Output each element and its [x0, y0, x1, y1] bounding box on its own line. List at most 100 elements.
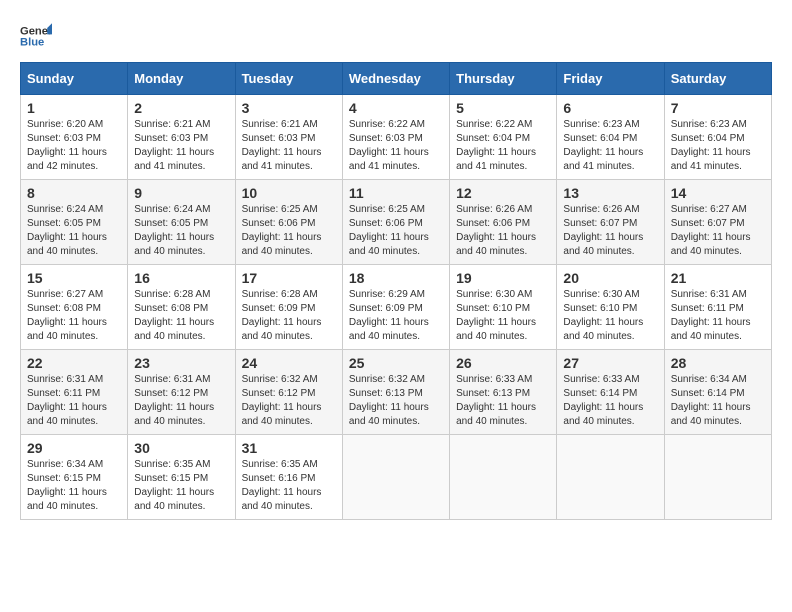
- day-info: Sunrise: 6:28 AM Sunset: 6:08 PM Dayligh…: [134, 288, 228, 344]
- day-info: Sunrise: 6:22 AM Sunset: 6:04 PM Dayligh…: [456, 118, 550, 174]
- day-info: Sunrise: 6:26 AM Sunset: 6:07 PM Dayligh…: [563, 203, 657, 259]
- week-row-1: 8 Sunrise: 6:24 AM Sunset: 6:05 PM Daylig…: [21, 180, 772, 265]
- calendar-cell: 21 Sunrise: 6:31 AM Sunset: 6:11 PM Dayli…: [664, 265, 771, 350]
- day-info: Sunrise: 6:35 AM Sunset: 6:16 PM Dayligh…: [242, 458, 336, 514]
- day-number: 29: [27, 440, 121, 456]
- day-info: Sunrise: 6:31 AM Sunset: 6:12 PM Dayligh…: [134, 373, 228, 429]
- day-info: Sunrise: 6:33 AM Sunset: 6:14 PM Dayligh…: [563, 373, 657, 429]
- day-info: Sunrise: 6:31 AM Sunset: 6:11 PM Dayligh…: [671, 288, 765, 344]
- week-row-2: 15 Sunrise: 6:27 AM Sunset: 6:08 PM Dayli…: [21, 265, 772, 350]
- day-number: 15: [27, 270, 121, 286]
- day-number: 24: [242, 355, 336, 371]
- calendar-cell: 23 Sunrise: 6:31 AM Sunset: 6:12 PM Dayli…: [128, 350, 235, 435]
- calendar-cell: 18 Sunrise: 6:29 AM Sunset: 6:09 PM Dayli…: [342, 265, 449, 350]
- week-row-3: 22 Sunrise: 6:31 AM Sunset: 6:11 PM Dayli…: [21, 350, 772, 435]
- day-number: 8: [27, 185, 121, 201]
- calendar-table: SundayMondayTuesdayWednesdayThursdayFrid…: [20, 62, 772, 520]
- calendar-cell: [342, 435, 449, 520]
- calendar-cell: 12 Sunrise: 6:26 AM Sunset: 6:06 PM Dayli…: [450, 180, 557, 265]
- calendar-cell: 26 Sunrise: 6:33 AM Sunset: 6:13 PM Dayli…: [450, 350, 557, 435]
- calendar-cell: 5 Sunrise: 6:22 AM Sunset: 6:04 PM Daylig…: [450, 95, 557, 180]
- calendar-cell: 9 Sunrise: 6:24 AM Sunset: 6:05 PM Daylig…: [128, 180, 235, 265]
- day-number: 19: [456, 270, 550, 286]
- day-info: Sunrise: 6:27 AM Sunset: 6:08 PM Dayligh…: [27, 288, 121, 344]
- week-row-0: 1 Sunrise: 6:20 AM Sunset: 6:03 PM Daylig…: [21, 95, 772, 180]
- day-info: Sunrise: 6:29 AM Sunset: 6:09 PM Dayligh…: [349, 288, 443, 344]
- day-info: Sunrise: 6:34 AM Sunset: 6:14 PM Dayligh…: [671, 373, 765, 429]
- day-info: Sunrise: 6:35 AM Sunset: 6:15 PM Dayligh…: [134, 458, 228, 514]
- day-info: Sunrise: 6:33 AM Sunset: 6:13 PM Dayligh…: [456, 373, 550, 429]
- calendar-cell: 4 Sunrise: 6:22 AM Sunset: 6:03 PM Daylig…: [342, 95, 449, 180]
- calendar-cell: 11Sunrise: 6:25 AM Sunset: 6:06 PM Dayli…: [342, 180, 449, 265]
- day-info: Sunrise: 6:25 AM Sunset: 6:06 PM Dayligh…: [242, 203, 336, 259]
- day-number: 3: [242, 100, 336, 116]
- calendar-cell: [664, 435, 771, 520]
- header-wednesday: Wednesday: [342, 63, 449, 95]
- day-number: 1: [27, 100, 121, 116]
- day-number: 12: [456, 185, 550, 201]
- day-info: Sunrise: 6:21 AM Sunset: 6:03 PM Dayligh…: [242, 118, 336, 174]
- day-number: 30: [134, 440, 228, 456]
- calendar-cell: 13 Sunrise: 6:26 AM Sunset: 6:07 PM Dayli…: [557, 180, 664, 265]
- day-number: 22: [27, 355, 121, 371]
- header-sunday: Sunday: [21, 63, 128, 95]
- calendar-cell: 1 Sunrise: 6:20 AM Sunset: 6:03 PM Daylig…: [21, 95, 128, 180]
- day-info: Sunrise: 6:28 AM Sunset: 6:09 PM Dayligh…: [242, 288, 336, 344]
- day-info: Sunrise: 6:20 AM Sunset: 6:03 PM Dayligh…: [27, 118, 121, 174]
- day-number: 2: [134, 100, 228, 116]
- day-info: Sunrise: 6:21 AM Sunset: 6:03 PM Dayligh…: [134, 118, 228, 174]
- calendar-cell: 2 Sunrise: 6:21 AM Sunset: 6:03 PM Daylig…: [128, 95, 235, 180]
- calendar-body: 1 Sunrise: 6:20 AM Sunset: 6:03 PM Daylig…: [21, 95, 772, 520]
- day-number: 9: [134, 185, 228, 201]
- header-friday: Friday: [557, 63, 664, 95]
- day-info: Sunrise: 6:30 AM Sunset: 6:10 PM Dayligh…: [456, 288, 550, 344]
- day-info: Sunrise: 6:34 AM Sunset: 6:15 PM Dayligh…: [27, 458, 121, 514]
- day-number: 6: [563, 100, 657, 116]
- day-number: 16: [134, 270, 228, 286]
- day-number: 31: [242, 440, 336, 456]
- day-number: 23: [134, 355, 228, 371]
- calendar-cell: 17 Sunrise: 6:28 AM Sunset: 6:09 PM Dayli…: [235, 265, 342, 350]
- day-number: 27: [563, 355, 657, 371]
- day-info: Sunrise: 6:22 AM Sunset: 6:03 PM Dayligh…: [349, 118, 443, 174]
- logo: General Blue: [20, 20, 52, 52]
- calendar-cell: [450, 435, 557, 520]
- page-header: General Blue: [20, 20, 772, 52]
- day-info: Sunrise: 6:24 AM Sunset: 6:05 PM Dayligh…: [134, 203, 228, 259]
- calendar-cell: 3 Sunrise: 6:21 AM Sunset: 6:03 PM Daylig…: [235, 95, 342, 180]
- calendar-cell: 20 Sunrise: 6:30 AM Sunset: 6:10 PM Dayli…: [557, 265, 664, 350]
- day-info: Sunrise: 6:26 AM Sunset: 6:06 PM Dayligh…: [456, 203, 550, 259]
- day-number: 18: [349, 270, 443, 286]
- calendar-cell: 6 Sunrise: 6:23 AM Sunset: 6:04 PM Daylig…: [557, 95, 664, 180]
- day-number: 21: [671, 270, 765, 286]
- logo-icon: General Blue: [20, 20, 52, 52]
- calendar-cell: 31 Sunrise: 6:35 AM Sunset: 6:16 PM Dayli…: [235, 435, 342, 520]
- calendar-cell: 10Sunrise: 6:25 AM Sunset: 6:06 PM Dayli…: [235, 180, 342, 265]
- day-number: 13: [563, 185, 657, 201]
- svg-text:Blue: Blue: [20, 37, 44, 49]
- day-info: Sunrise: 6:31 AM Sunset: 6:11 PM Dayligh…: [27, 373, 121, 429]
- calendar-cell: 29 Sunrise: 6:34 AM Sunset: 6:15 PM Dayli…: [21, 435, 128, 520]
- calendar-cell: 15 Sunrise: 6:27 AM Sunset: 6:08 PM Dayli…: [21, 265, 128, 350]
- calendar-cell: 16 Sunrise: 6:28 AM Sunset: 6:08 PM Dayli…: [128, 265, 235, 350]
- day-info: Sunrise: 6:25 AM Sunset: 6:06 PM Dayligh…: [349, 203, 443, 259]
- day-info: Sunrise: 6:23 AM Sunset: 6:04 PM Dayligh…: [563, 118, 657, 174]
- day-number: 20: [563, 270, 657, 286]
- day-number: 26: [456, 355, 550, 371]
- day-info: Sunrise: 6:32 AM Sunset: 6:12 PM Dayligh…: [242, 373, 336, 429]
- calendar-cell: 30 Sunrise: 6:35 AM Sunset: 6:15 PM Dayli…: [128, 435, 235, 520]
- calendar-cell: 22 Sunrise: 6:31 AM Sunset: 6:11 PM Dayli…: [21, 350, 128, 435]
- day-number: 17: [242, 270, 336, 286]
- day-info: Sunrise: 6:30 AM Sunset: 6:10 PM Dayligh…: [563, 288, 657, 344]
- header-tuesday: Tuesday: [235, 63, 342, 95]
- calendar-cell: 24 Sunrise: 6:32 AM Sunset: 6:12 PM Dayli…: [235, 350, 342, 435]
- calendar-cell: 7Sunrise: 6:23 AM Sunset: 6:04 PM Daylig…: [664, 95, 771, 180]
- day-number: 5: [456, 100, 550, 116]
- day-number: 28: [671, 355, 765, 371]
- day-number: 14: [671, 185, 765, 201]
- day-info: Sunrise: 6:23 AM Sunset: 6:04 PM Dayligh…: [671, 118, 765, 174]
- calendar-cell: 19 Sunrise: 6:30 AM Sunset: 6:10 PM Dayli…: [450, 265, 557, 350]
- calendar-cell: 8Sunrise: 6:24 AM Sunset: 6:05 PM Daylig…: [21, 180, 128, 265]
- day-info: Sunrise: 6:27 AM Sunset: 6:07 PM Dayligh…: [671, 203, 765, 259]
- day-number: 4: [349, 100, 443, 116]
